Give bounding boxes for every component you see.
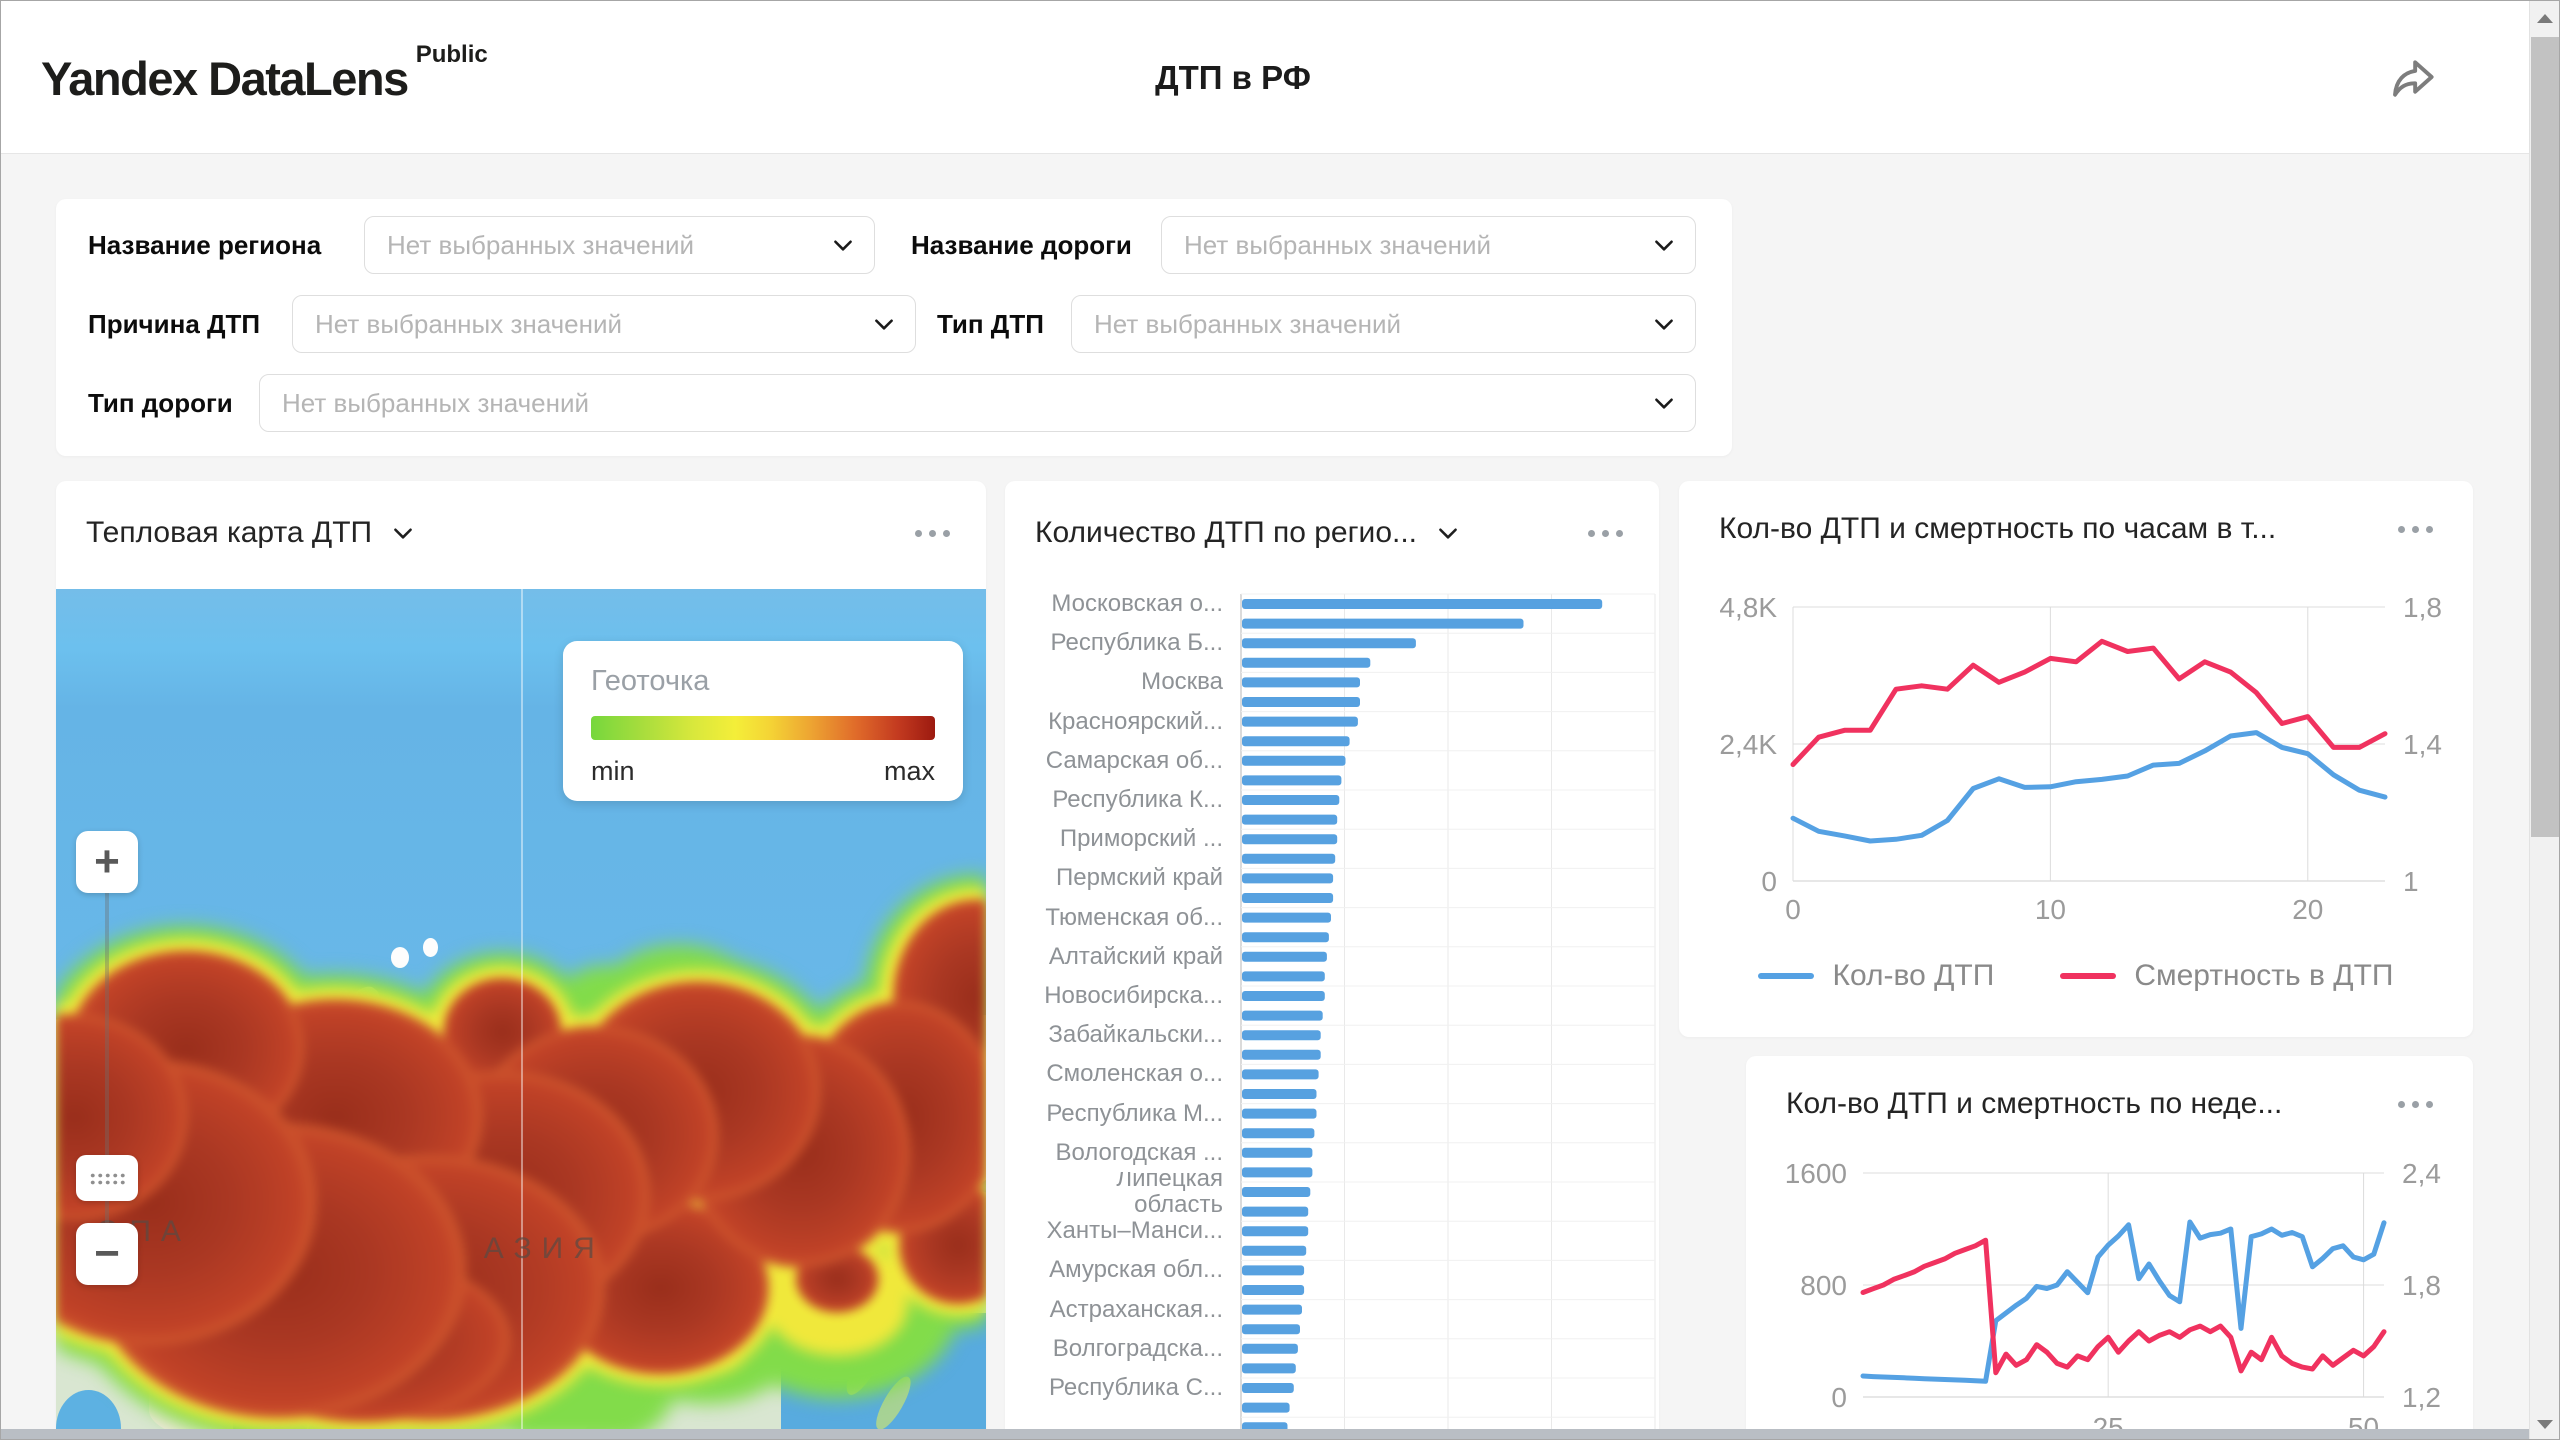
legend-swatch (2060, 973, 2116, 979)
heatmap-title: Тепловая карта ДТП (86, 516, 372, 550)
chevron-down-icon (1651, 390, 1677, 416)
panel-menu-icon[interactable] (915, 530, 950, 537)
svg-text:10: 10 (2035, 894, 2066, 925)
legend-label: Кол-во ДТП (1832, 959, 1994, 993)
vertical-scrollbar-thumb[interactable] (2531, 37, 2559, 837)
svg-text:1,8: 1,8 (2402, 1270, 2441, 1301)
weeks-chart-panel: Кол-во ДТП и смертность по неде... 16002… (1746, 1056, 2473, 1440)
svg-text:1,2: 1,2 (2402, 1382, 2441, 1413)
zoom-out-button[interactable]: − (76, 1223, 138, 1285)
chevron-down-icon (1651, 311, 1677, 337)
svg-text:1600: 1600 (1785, 1158, 1847, 1189)
svg-text:4,8K: 4,8K (1719, 592, 1777, 623)
chevron-down-icon (830, 232, 856, 258)
filter-placeholder: Нет выбранных значений (1094, 309, 1401, 340)
regions-bar-panel: Количество ДТП по регио... Московская о.… (1005, 481, 1659, 1440)
chevron-down-icon[interactable] (390, 520, 416, 546)
filter-select-type[interactable]: Нет выбранных значений (1071, 295, 1696, 353)
legend-label: Смертность в ДТП (2134, 959, 2393, 993)
svg-text:2,4K: 2,4K (1719, 729, 1777, 760)
logo-badge-public: Public (416, 41, 488, 68)
map-legend-title: Геоточка (591, 665, 935, 698)
filter-placeholder: Нет выбранных значений (1184, 230, 1491, 261)
regions-panel-header: Количество ДТП по регио... (1005, 481, 1659, 585)
svg-text:1: 1 (2403, 866, 2419, 897)
horizontal-scrollbar[interactable] (1, 1429, 2531, 1439)
filters-card: Название региона Нет выбранных значений … (56, 199, 1732, 456)
app-logo[interactable]: Yandex DataLensPublic (41, 51, 480, 106)
regions-bar-chart[interactable] (1005, 589, 1659, 1440)
dashboard-screen: Yandex DataLensPublic ДТП в РФ Название … (0, 0, 2560, 1440)
filter-placeholder: Нет выбранных значений (387, 230, 694, 261)
svg-text:0: 0 (1831, 1382, 1847, 1413)
legend-item[interactable]: Смертность в ДТП (2060, 959, 2393, 993)
hours-chart-panel: Кол-во ДТП и смертность по часам в т... … (1679, 481, 2473, 1037)
map-legend-min: min (591, 756, 635, 787)
hours-line-chart[interactable]: 4,8K1,82,4K1,40101020 (1679, 481, 2473, 1037)
legend-swatch (1758, 973, 1814, 979)
svg-text:1,4: 1,4 (2403, 729, 2442, 760)
svg-text:2,4: 2,4 (2402, 1158, 2441, 1189)
app-header: Yandex DataLensPublic ДТП в РФ (1, 1, 2531, 154)
filter-select-cause[interactable]: Нет выбранных значений (292, 295, 916, 353)
filter-placeholder: Нет выбранных значений (315, 309, 622, 340)
filter-select-region[interactable]: Нет выбранных значений (364, 216, 875, 274)
svg-text:0: 0 (1785, 894, 1801, 925)
chevron-down-icon (871, 311, 897, 337)
svg-text:800: 800 (1800, 1270, 1847, 1301)
regions-chart-title: Количество ДТП по регио... (1035, 516, 1417, 550)
map-legend-gradient (591, 716, 935, 740)
weeks-line-chart[interactable]: 16002,48001,801,22550 (1746, 1056, 2473, 1440)
filter-label-cause: Причина ДТП (88, 295, 260, 353)
filter-label-road-type: Тип дороги (88, 374, 233, 432)
filter-select-road-type[interactable]: Нет выбранных значений (259, 374, 1696, 432)
svg-text:0: 0 (1761, 866, 1777, 897)
svg-text:20: 20 (2292, 894, 2323, 925)
filter-label-road-name: Название дороги (911, 216, 1132, 274)
dashboard-title: ДТП в РФ (1155, 59, 1311, 97)
map-legend: Геоточка min max (563, 641, 963, 801)
chevron-down-icon[interactable] (1435, 520, 1461, 546)
share-icon[interactable] (2387, 51, 2439, 103)
map-gridline (521, 589, 523, 1440)
scroll-down-arrow-icon[interactable] (2530, 1407, 2559, 1440)
drag-dots-icon (89, 1172, 125, 1185)
zoom-in-button[interactable]: + (76, 831, 138, 893)
scroll-up-arrow-icon[interactable] (2530, 1, 2559, 35)
legend-item[interactable]: Кол-во ДТП (1758, 959, 1994, 993)
map-label-asia: АЗИЯ (484, 1232, 605, 1266)
panel-menu-icon[interactable] (1588, 530, 1623, 537)
heatmap-map[interactable]: ОПА АЗИЯ Геоточка min max + − (56, 589, 986, 1440)
filter-select-road-name[interactable]: Нет выбранных значений (1161, 216, 1696, 274)
hours-chart-legend: Кол-во ДТП Смертность в ДТП (1679, 959, 2473, 993)
zoom-slider-handle[interactable] (76, 1155, 138, 1201)
chevron-down-icon (1651, 232, 1677, 258)
svg-text:1,8: 1,8 (2403, 592, 2442, 623)
heatmap-panel: Тепловая карта ДТП (56, 481, 986, 1440)
heatmap-panel-header: Тепловая карта ДТП (56, 481, 986, 585)
filter-label-region: Название региона (88, 216, 321, 274)
filter-placeholder: Нет выбранных значений (282, 388, 589, 419)
logo-text: Yandex DataLens (41, 52, 408, 105)
filter-label-type: Тип ДТП (937, 295, 1044, 353)
map-legend-max: max (884, 756, 935, 787)
vertical-scrollbar[interactable] (2529, 1, 2559, 1440)
